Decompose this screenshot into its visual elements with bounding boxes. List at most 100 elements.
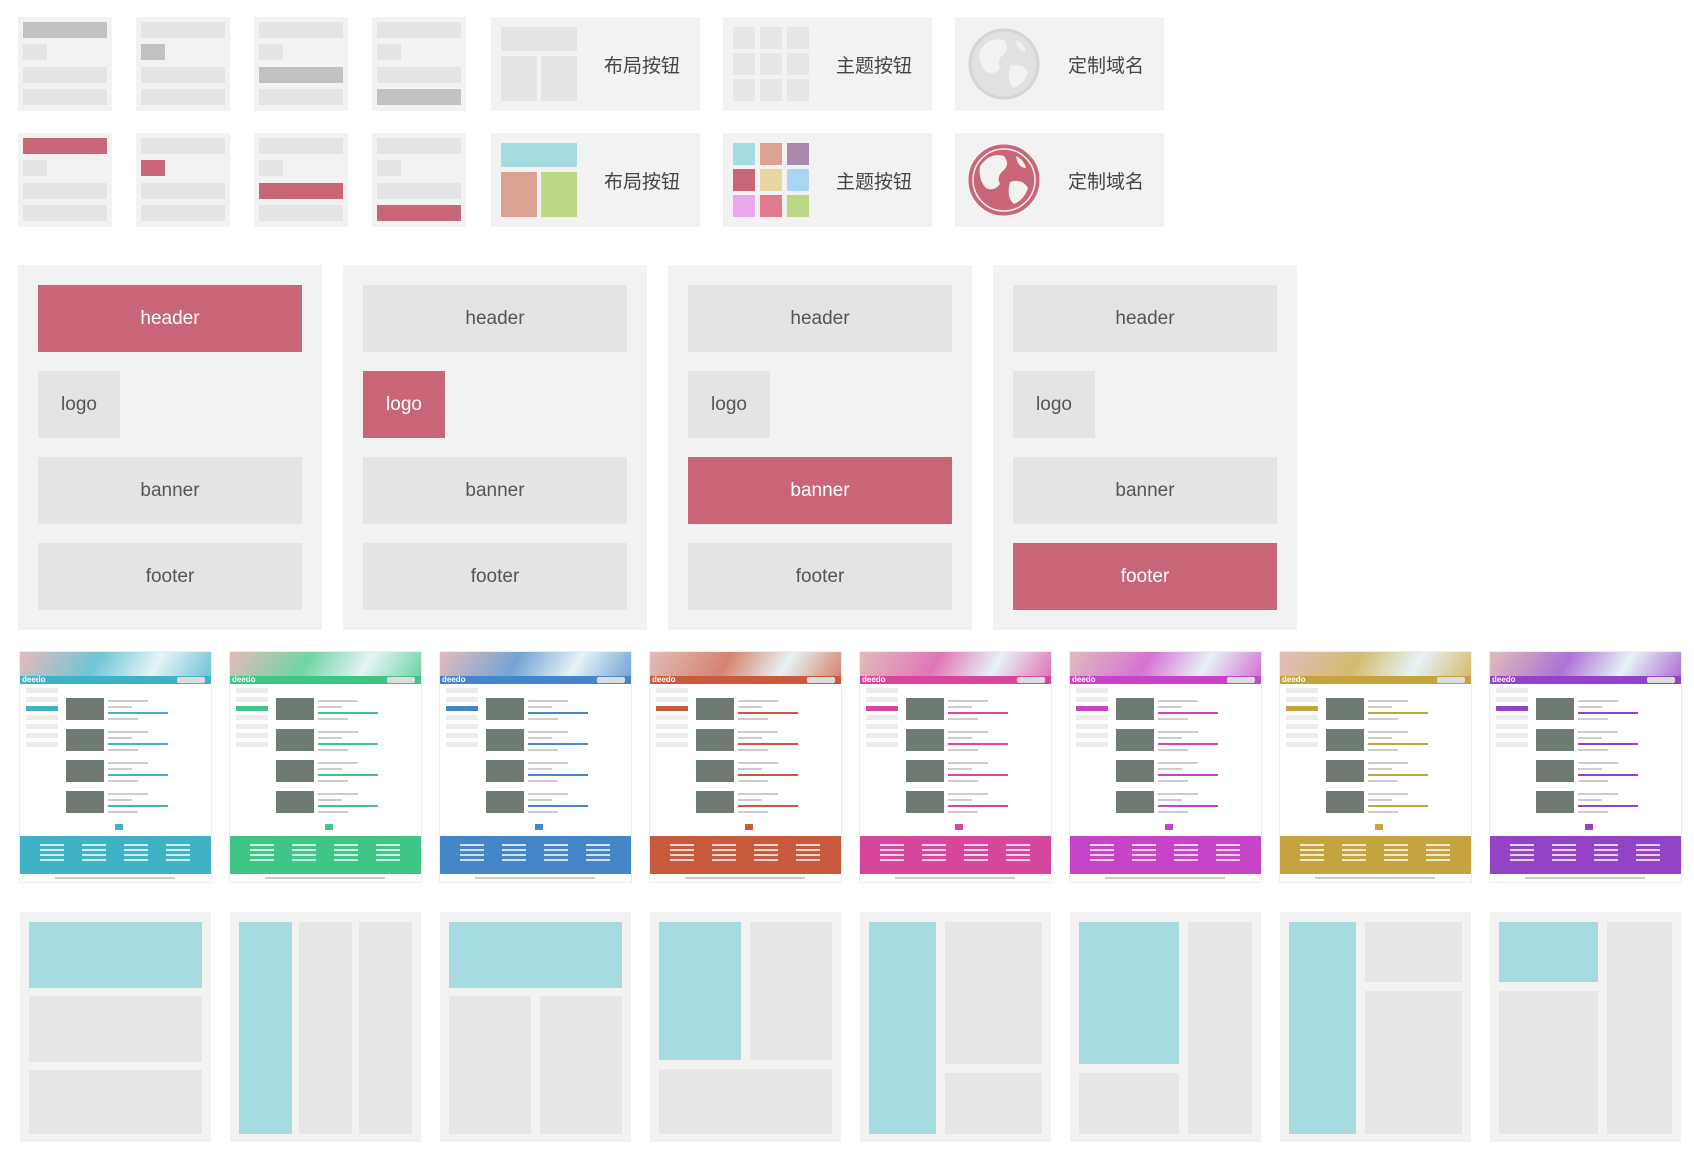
theme-preview-purple[interactable]: deedo [1490, 652, 1681, 882]
theme-preview-green[interactable]: deedo [230, 652, 421, 882]
theme-preview-pink[interactable]: deedo [860, 652, 1051, 882]
preview-text-line [738, 799, 762, 801]
theme-button-inactive[interactable]: 主题按钮 [723, 17, 932, 111]
preview-footer-link [376, 854, 400, 856]
globe-icon-colored [968, 144, 1040, 216]
toggle-logo-active[interactable] [136, 133, 230, 227]
toggle-banner-active[interactable] [254, 133, 348, 227]
preview-footer-link [40, 849, 64, 851]
banner-block[interactable]: banner [1013, 457, 1277, 524]
toggle-banner-inactive[interactable] [254, 17, 348, 111]
header-block[interactable]: header [1013, 285, 1277, 352]
preview-list-item [1326, 696, 1466, 724]
preview-sidebar-item [446, 706, 478, 711]
banner-block[interactable]: banner [363, 457, 627, 524]
layout-button-label: 布局按钮 [604, 54, 681, 77]
preview-text-line [108, 780, 138, 782]
header-block[interactable]: header [38, 285, 302, 352]
preview-footer-link [124, 859, 148, 861]
preview-footer-link [1300, 854, 1324, 856]
banner-block[interactable]: banner [688, 457, 952, 524]
preview-text-line [528, 706, 552, 708]
preview-text-line [738, 793, 778, 795]
layout-option[interactable] [1070, 912, 1261, 1142]
theme-preview-orange-red[interactable]: deedo [650, 652, 841, 882]
preview-footer-link [544, 859, 568, 861]
layout-option[interactable] [650, 912, 841, 1142]
panel-header-selected[interactable]: header logo banner footer [18, 265, 322, 630]
palette-swatch [733, 169, 755, 191]
preview-text-line [1158, 774, 1218, 776]
preview-text-line [738, 743, 798, 745]
preview-footer-link [880, 844, 904, 846]
header-block[interactable]: header [363, 285, 627, 352]
preview-text-line [318, 712, 378, 714]
theme-preview-magenta[interactable]: deedo [1070, 652, 1261, 882]
palette-swatch [787, 143, 809, 165]
footer-block[interactable]: footer [363, 543, 627, 610]
preview-copyright [55, 877, 175, 879]
footer-block[interactable]: footer [1013, 543, 1277, 610]
preview-text-line [108, 706, 132, 708]
logo-block[interactable]: logo [38, 371, 120, 438]
preview-footer-link [1216, 844, 1240, 846]
domain-button-active[interactable]: 定制域名 [955, 133, 1164, 227]
banner-block[interactable]: banner [38, 457, 302, 524]
preview-copyright [1105, 877, 1225, 879]
footer-block[interactable]: footer [688, 543, 952, 610]
preview-text-line [108, 718, 138, 720]
layout-option[interactable] [1490, 912, 1681, 1142]
layout-option[interactable] [860, 912, 1051, 1142]
logo-block[interactable]: logo [688, 371, 770, 438]
toggle-logo-inactive[interactable] [136, 17, 230, 111]
preview-list-item [1536, 789, 1676, 817]
theme-button-active[interactable]: 主题按钮 [723, 133, 932, 227]
footer-block[interactable]: footer [38, 543, 302, 610]
preview-footer-link [670, 859, 694, 861]
preview-footer-link [1510, 854, 1534, 856]
preview-text-line [528, 762, 568, 764]
preview-text-line [738, 700, 778, 702]
theme-preview-blue[interactable]: deedo [440, 652, 631, 882]
layout-option[interactable] [230, 912, 421, 1142]
preview-footer-link [502, 854, 526, 856]
domain-button-inactive[interactable]: 定制域名 [955, 17, 1164, 111]
preview-user-avatar [1017, 677, 1045, 683]
preview-footer-link [1006, 859, 1030, 861]
preview-text-line [528, 805, 588, 807]
theme-preview-gold[interactable]: deedo [1280, 652, 1471, 882]
preview-footer-link [922, 849, 946, 851]
preview-logo: deedo [22, 675, 46, 684]
preview-footer-link [82, 854, 106, 856]
preview-footer-link [586, 844, 610, 846]
layout-button-inactive[interactable]: 布局按钮 [491, 17, 700, 111]
preview-footer-link [1132, 854, 1156, 856]
logo-block[interactable]: logo [363, 371, 445, 438]
panel-logo-selected[interactable]: header logo banner footer [343, 265, 647, 630]
preview-text-line [738, 737, 762, 739]
header-block[interactable]: header [688, 285, 952, 352]
preview-text-line [528, 731, 568, 733]
toggle-header-inactive[interactable] [18, 17, 112, 111]
layout-button-active[interactable]: 布局按钮 [491, 133, 700, 227]
layout-option[interactable] [1280, 912, 1471, 1142]
toggle-footer-active[interactable] [372, 133, 466, 227]
preview-user-avatar [807, 677, 835, 683]
toggle-header-active[interactable] [18, 133, 112, 227]
preview-footer-link [1174, 844, 1198, 846]
toggle-footer-inactive[interactable] [372, 17, 466, 111]
panel-footer-selected[interactable]: header logo banner footer [993, 265, 1297, 630]
preview-footer-link [586, 854, 610, 856]
preview-footer-link [40, 844, 64, 846]
preview-logo: deedo [652, 675, 676, 684]
preview-text-line [108, 768, 132, 770]
preview-footer-link [1636, 844, 1660, 846]
logo-block[interactable]: logo [1013, 371, 1095, 438]
preview-footer-link [124, 849, 148, 851]
panel-banner-selected[interactable]: header logo banner footer [668, 265, 972, 630]
layout-option[interactable] [440, 912, 631, 1142]
preview-text-line [1158, 805, 1218, 807]
layout-option[interactable] [20, 912, 211, 1142]
preview-footer-link [880, 859, 904, 861]
theme-preview-cyan[interactable]: deedo [20, 652, 211, 882]
